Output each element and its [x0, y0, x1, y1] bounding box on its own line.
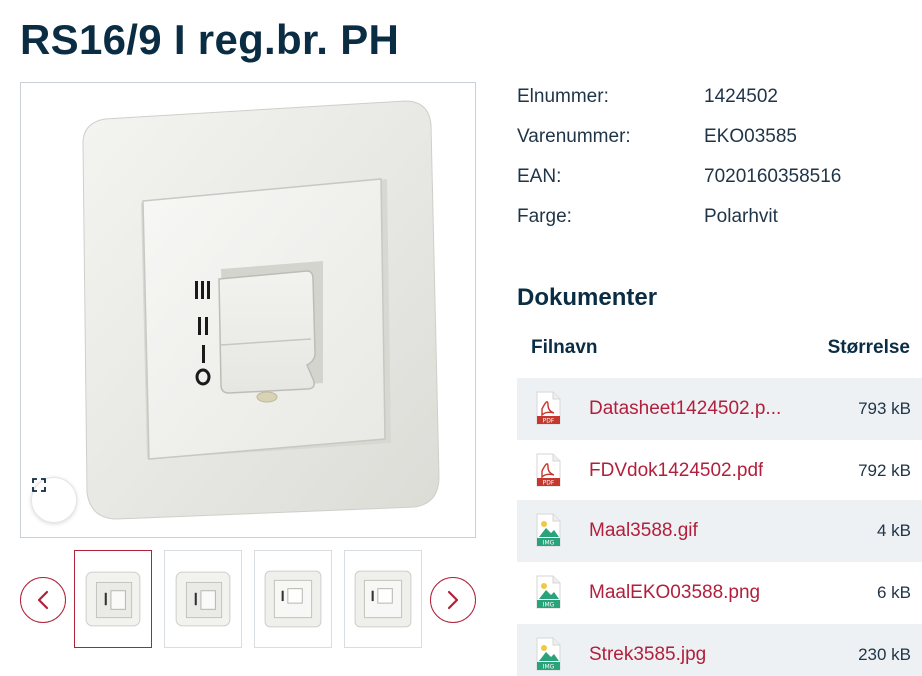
svg-text:PDF: PDF [543, 480, 555, 487]
main-product-image[interactable] [20, 82, 476, 538]
spec-value-farge: Polarhvit [704, 206, 778, 227]
spec-label-varenummer: Varenummer: [517, 126, 631, 147]
document-size: 4 kB [876, 521, 911, 540]
document-link[interactable]: Strek3585.jpg [589, 644, 706, 666]
chevron-left-icon [37, 590, 49, 610]
column-header-filename[interactable]: Filnavn [531, 337, 598, 359]
document-link[interactable]: FDVdok1424502.pdf [589, 460, 763, 482]
image-file-icon: IMG [536, 513, 561, 547]
spec-value-varenummer: EKO03585 [704, 126, 797, 147]
svg-text:IMG: IMG [543, 602, 555, 609]
wall-switch-image [82, 100, 440, 520]
thumbnail-switch-image [354, 570, 412, 628]
pdf-icon: PDF [536, 391, 561, 425]
image-file-icon: IMG [536, 637, 561, 671]
gallery-thumbnail[interactable] [74, 550, 152, 648]
document-size: 792 kB [858, 461, 911, 480]
document-row[interactable]: PDF FDVdok1424502.pdf 792 kB [517, 440, 922, 502]
document-row[interactable]: IMG Strek3585.jpg 230 kB [517, 624, 922, 676]
svg-text:PDF: PDF [543, 418, 555, 425]
expand-icon [32, 478, 46, 492]
chevron-right-icon [447, 590, 459, 610]
svg-text:IMG: IMG [543, 664, 555, 671]
spec-label-farge: Farge: [517, 206, 572, 227]
svg-text:IMG: IMG [543, 540, 555, 547]
document-link[interactable]: Maal3588.gif [589, 520, 698, 542]
document-row[interactable]: IMG Maal3588.gif 4 kB [517, 500, 922, 562]
document-link[interactable]: MaalEKO03588.png [589, 582, 760, 604]
pdf-icon: PDF [536, 453, 561, 487]
column-header-size[interactable]: Størrelse [828, 337, 910, 359]
expand-image-button[interactable] [31, 477, 77, 523]
gallery-thumbnail[interactable] [164, 550, 242, 648]
thumbnail-switch-image [85, 571, 141, 627]
documents-heading: Dokumenter [517, 284, 658, 311]
gallery-prev-button[interactable] [20, 577, 66, 623]
page-title: RS16/9 I reg.br. PH [20, 16, 400, 63]
image-file-icon: IMG [536, 575, 561, 609]
thumbnail-switch-image [264, 570, 322, 628]
spec-label-ean: EAN: [517, 166, 562, 187]
document-row[interactable]: PDF Datasheet1424502.p... 793 kB [517, 378, 922, 440]
gallery-thumbnail[interactable] [254, 550, 332, 648]
document-size: 6 kB [876, 583, 911, 602]
document-link[interactable]: Datasheet1424502.p... [589, 398, 781, 420]
spec-value-elnummer: 1424502 [704, 86, 778, 107]
document-row[interactable]: IMG MaalEKO03588.png 6 kB [517, 562, 922, 624]
document-size: 230 kB [858, 645, 911, 664]
spec-label-elnummer: Elnummer: [517, 86, 609, 107]
gallery-next-button[interactable] [430, 577, 476, 623]
spec-value-ean: 7020160358516 [704, 166, 842, 187]
thumbnail-switch-image [175, 571, 231, 627]
document-size: 793 kB [858, 399, 911, 418]
gallery-thumbnail[interactable] [344, 550, 422, 648]
